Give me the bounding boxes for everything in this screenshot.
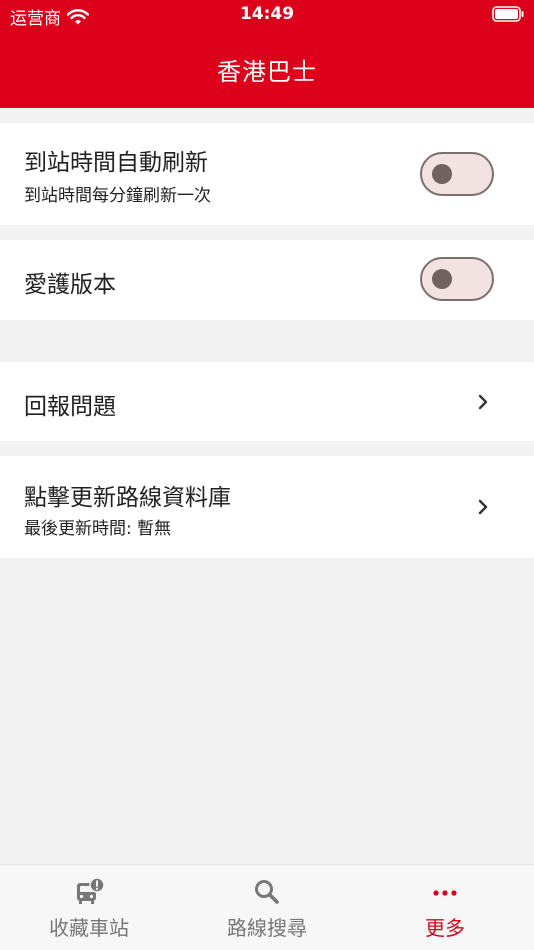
- last-update-time: 最後更新時間: 暫無: [24, 519, 172, 539]
- app-header: 运营商 14:49 香港巴士: [0, 0, 534, 108]
- tab-favourite-stops[interactable]: 收藏車站: [0, 865, 178, 950]
- chevron-right-icon: [478, 394, 488, 410]
- auto-refresh-toggle[interactable]: [420, 152, 494, 196]
- auto-refresh-label: 到站時間自動刷新: [24, 150, 208, 176]
- update-database-label: 點擊更新路線資料庫: [24, 485, 231, 511]
- toggle-knob: [432, 269, 452, 289]
- search-icon: [255, 880, 279, 904]
- tab-more[interactable]: 更多: [356, 865, 534, 950]
- more-icon: [433, 890, 457, 896]
- page-title: 香港巴士: [217, 58, 317, 86]
- report-issue-label: 回報問題: [24, 394, 116, 420]
- auto-refresh-row: 到站時間自動刷新 到站時間每分鐘刷新一次: [0, 123, 534, 225]
- lite-version-label: 愛護版本: [24, 272, 116, 298]
- tab-label: 路線搜尋: [227, 916, 307, 940]
- report-issue-row[interactable]: 回報問題: [0, 362, 534, 441]
- tab-label: 收藏車站: [49, 916, 129, 940]
- auto-refresh-subtitle: 到站時間每分鐘刷新一次: [24, 186, 211, 206]
- toggle-knob: [432, 164, 452, 184]
- lite-version-toggle[interactable]: [420, 257, 494, 301]
- chevron-right-icon: [478, 499, 488, 515]
- battery-icon: [492, 6, 524, 22]
- status-bar: 运营商 14:49: [0, 0, 534, 30]
- lite-version-row: 愛護版本: [0, 240, 534, 320]
- tab-bar: 收藏車站 路線搜尋 更多: [0, 864, 534, 950]
- bus-stop-icon: [77, 877, 105, 904]
- tab-label: 更多: [425, 916, 465, 940]
- update-database-row[interactable]: 點擊更新路線資料庫 最後更新時間: 暫無: [0, 456, 534, 558]
- status-time: 14:49: [239, 4, 295, 24]
- tab-route-search[interactable]: 路線搜尋: [178, 865, 356, 950]
